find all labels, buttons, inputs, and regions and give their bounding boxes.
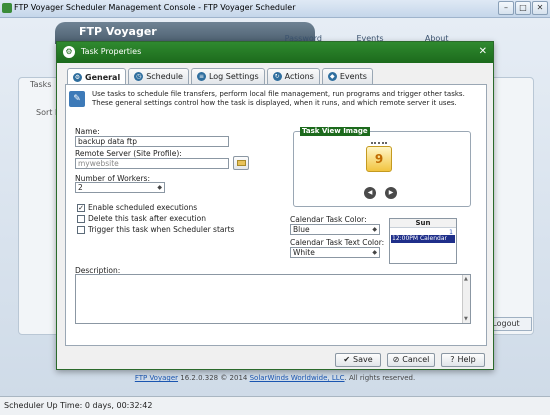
log-icon: ≡ [196, 72, 206, 81]
workers-select[interactable]: 2 ◆ [75, 182, 165, 193]
window-title: FTP Voyager Scheduler Management Console… [14, 3, 296, 12]
folder-icon [237, 160, 246, 166]
cancel-label: Cancel [402, 355, 430, 364]
preview-day: Sun [390, 219, 456, 228]
help-label: Help [457, 355, 476, 364]
tab-actions[interactable]: ↻ Actions [266, 68, 320, 84]
background-sort-label: Sort l [36, 108, 58, 117]
task-icon: ⚙ [63, 46, 75, 58]
description-textarea[interactable]: ▲ ▼ [75, 274, 471, 324]
tab-label: Events [339, 72, 367, 81]
calendar-color-select[interactable]: Blue ◆ [290, 224, 380, 235]
clock-icon: ◷ [134, 72, 144, 81]
tab-events[interactable]: ◆ Events [321, 68, 373, 84]
calendar-text-color-select[interactable]: White ◆ [290, 247, 380, 258]
remote-server-input[interactable]: mywebsite [75, 158, 229, 169]
scroll-up-icon[interactable]: ▲ [464, 276, 468, 282]
dialog-title: Task Properties [81, 47, 142, 56]
chevron-down-icon: ◆ [372, 226, 377, 233]
scroll-down-icon[interactable]: ▼ [464, 316, 468, 322]
intro-text: Use tasks to schedule file transfers, pe… [92, 90, 465, 107]
cancel-icon: ⊘ [392, 355, 400, 364]
tab-label: Actions [284, 72, 314, 81]
tab-label: Log Settings [208, 72, 259, 81]
calendar-text-color-value: White [293, 248, 315, 257]
name-label: Name: [75, 127, 100, 136]
calendar-color-value: Blue [293, 225, 310, 234]
maximize-button[interactable]: □ [515, 1, 531, 15]
calendar-preview: Sun 1 12:00PM Calendar Text [389, 218, 457, 264]
app-icon [2, 3, 12, 13]
task-view-image-label: Task View Image [300, 127, 370, 136]
events-icon: ◆ [327, 72, 337, 81]
chevron-down-icon: ◆ [157, 184, 162, 191]
delete-after-execution-checkbox[interactable]: Delete this task after execution [77, 214, 206, 223]
dialog-tabs: ⚙ General ◷ Schedule ≡ Log Settings ↻ Action… [67, 68, 373, 85]
scrollbar[interactable]: ▲ ▼ [462, 275, 470, 323]
minimize-button[interactable]: – [498, 1, 514, 15]
calendar-icon: 9 [366, 142, 392, 172]
calendar-icon-number: 9 [374, 152, 384, 166]
next-image-button[interactable]: ▶ [385, 187, 397, 199]
calendar-text-color-label: Calendar Task Text Color: [290, 238, 385, 247]
checkbox[interactable] [77, 225, 85, 234]
help-button[interactable]: ? Help [441, 353, 485, 367]
brand-title: FTP Voyager [79, 25, 157, 38]
checkbox-label: Delete this task after execution [88, 214, 206, 223]
help-icon: ? [450, 355, 455, 364]
window-controls: – □ ✕ [498, 1, 548, 15]
close-icon[interactable]: ✕ [479, 46, 487, 57]
previous-image-button[interactable]: ◀ [364, 187, 376, 199]
task-properties-dialog: ⚙ Task Properties ✕ ⚙ General ◷ Schedule ≡… [56, 41, 494, 370]
background-tab-tasks[interactable]: Tasks [30, 80, 51, 89]
save-label: Save [353, 355, 373, 364]
checkbox[interactable] [77, 214, 85, 223]
workers-value: 2 [78, 183, 83, 192]
status-bar: Scheduler Up Time: 0 days, 00:32:42 [0, 396, 550, 415]
gear-icon: ⚙ [73, 72, 82, 82]
checkbox-label: Enable scheduled executions [88, 203, 198, 212]
cancel-button[interactable]: ⊘ Cancel [387, 353, 435, 367]
tab-log-settings[interactable]: ≡ Log Settings [190, 68, 265, 84]
checkbox-label: Trigger this task when Scheduler starts [88, 225, 235, 234]
calendar-color-label: Calendar Task Color: [290, 215, 367, 224]
window-titlebar: FTP Voyager Scheduler Management Console… [0, 0, 550, 18]
preview-event: 12:00PM Calendar Text [391, 235, 455, 250]
save-button[interactable]: ✔ Save [335, 353, 381, 367]
checkbox[interactable]: ✓ [77, 203, 85, 212]
remote-server-label: Remote Server (Site Profile): [75, 149, 182, 158]
chevron-down-icon: ◆ [372, 249, 377, 256]
footer-product-link[interactable]: FTP Voyager [135, 374, 178, 382]
name-input[interactable]: backup data ftp [75, 136, 229, 147]
footer-company-link[interactable]: SolarWinds Worldwide, LLC [250, 374, 345, 382]
browse-server-button[interactable] [233, 156, 249, 170]
footer-copyright: FTP Voyager 16.2.0.328 © 2014 SolarWinds… [0, 374, 550, 382]
tab-label: Schedule [146, 72, 183, 81]
enable-scheduled-checkbox[interactable]: ✓ Enable scheduled executions [77, 203, 197, 212]
dialog-titlebar: ⚙ Task Properties ✕ [57, 42, 493, 63]
tab-schedule[interactable]: ◷ Schedule [128, 68, 189, 84]
footer-rights: . All rights reserved. [344, 374, 416, 382]
tab-general[interactable]: ⚙ General [67, 68, 127, 85]
trigger-on-start-checkbox[interactable]: Trigger this task when Scheduler starts [77, 225, 234, 234]
close-window-button[interactable]: ✕ [532, 1, 548, 15]
actions-icon: ↻ [272, 72, 282, 81]
check-icon: ✔ [343, 355, 351, 364]
footer-version: 16.2.0.328 © 2014 [178, 374, 250, 382]
edit-icon: ✎ [69, 91, 85, 107]
tab-label: General [85, 72, 121, 82]
